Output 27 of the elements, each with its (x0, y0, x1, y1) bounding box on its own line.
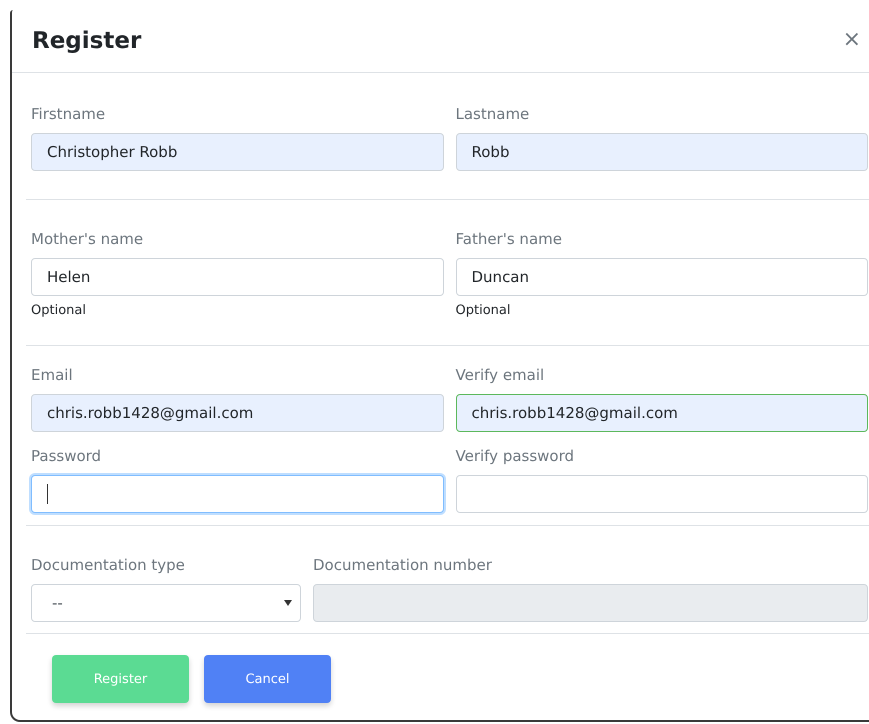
field-label: Verify email (456, 366, 546, 384)
input-field[interactable]: Duncan (456, 258, 868, 296)
field-label: Documentation number (313, 556, 493, 574)
close-button[interactable]: × (842, 26, 869, 56)
input-field[interactable]: Christopher Robb (31, 133, 444, 171)
field-label: Verify password (456, 447, 576, 465)
field-label: Password (31, 447, 102, 465)
field-label: Mother's name (31, 230, 144, 248)
input-field[interactable] (456, 475, 868, 513)
input-field[interactable]: chris.robb1428@gmail.com (31, 394, 444, 432)
field-hint: Optional (31, 303, 87, 318)
input-field[interactable]: chris.robb1428@gmail.com (456, 394, 868, 432)
cancel-button[interactable]: Cancel (204, 655, 331, 703)
text-cursor (47, 484, 48, 504)
input-field[interactable]: Helen (31, 258, 444, 296)
dialog-title: Register (32, 28, 142, 54)
field-label: Documentation type (31, 556, 186, 574)
field-label: Father's name (456, 230, 563, 248)
field-label: Email (31, 366, 74, 384)
select-value: -- (52, 594, 63, 612)
input-field[interactable]: Robb (456, 133, 868, 171)
field-hint: Optional (456, 303, 512, 318)
caret-icon (284, 600, 292, 606)
field-label: Lastname (456, 105, 530, 123)
input-field[interactable] (31, 475, 444, 513)
document-type-select[interactable]: -- (31, 584, 301, 622)
field-label: Firstname (31, 105, 106, 123)
